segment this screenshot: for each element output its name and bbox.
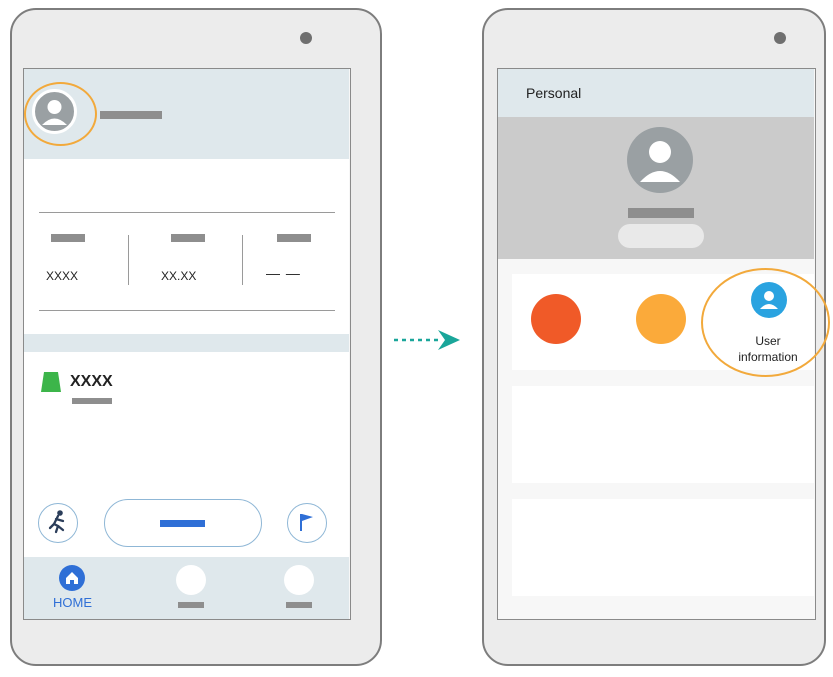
item-title: XXXX	[70, 373, 113, 390]
avatar-highlight-ring	[24, 82, 97, 146]
bottom-nav: HOME	[24, 557, 349, 619]
personal-header: Personal	[498, 69, 814, 117]
user-info-highlight-ring	[701, 268, 830, 377]
menu-item-orange[interactable]	[636, 294, 686, 344]
green-tag-icon	[41, 372, 61, 392]
stat-3-value: — —	[266, 265, 301, 281]
header-title: Personal	[526, 85, 582, 101]
nav-item-2[interactable]	[174, 565, 210, 610]
transition-arrow	[394, 330, 460, 350]
person-icon	[640, 141, 680, 182]
item-card: XXXX	[24, 352, 349, 557]
runner-icon	[48, 510, 65, 534]
stat-divider	[128, 235, 129, 285]
stats-card: XXXX XX.XX — —	[24, 159, 349, 334]
main-action-button[interactable]	[104, 499, 262, 547]
content-card-1	[512, 386, 814, 483]
section-separator	[24, 334, 349, 352]
profile-avatar	[627, 127, 693, 193]
profile-pill-placeholder[interactable]	[618, 224, 704, 248]
stat-1-label-placeholder	[51, 234, 85, 242]
nav-item-3-icon	[284, 565, 314, 595]
main-action-label-placeholder	[160, 520, 205, 527]
menu-item-red[interactable]	[531, 294, 581, 344]
home-icon	[59, 565, 85, 591]
stat-1-value: XXXX	[46, 269, 79, 283]
run-button[interactable]	[38, 503, 78, 543]
flag-icon	[300, 514, 313, 531]
left-screen: XXXX XX.XX — — XXXX HOME	[23, 68, 351, 620]
left-camera-dot	[300, 32, 312, 44]
right-camera-dot	[774, 32, 786, 44]
stats-bottom-divider	[39, 310, 335, 311]
nav-home-label: HOME	[53, 595, 92, 610]
nav-item-3-label-placeholder	[286, 602, 312, 608]
username-placeholder	[100, 111, 162, 119]
stat-2-label-placeholder	[171, 234, 205, 242]
nav-item-2-label-placeholder	[178, 602, 204, 608]
nav-item-2-icon	[176, 565, 206, 595]
content-card-2	[512, 499, 814, 596]
stat-2-value: XX.XX	[161, 269, 197, 283]
stat-divider	[242, 235, 243, 285]
flag-button[interactable]	[287, 503, 327, 543]
nav-item-3[interactable]	[282, 565, 318, 610]
nav-item-home[interactable]: HOME	[38, 565, 98, 615]
profile-banner	[498, 117, 814, 259]
stats-top-divider	[39, 212, 335, 213]
profile-name-placeholder	[628, 208, 694, 218]
item-subtitle-placeholder	[72, 398, 112, 404]
stat-3-label-placeholder	[277, 234, 311, 242]
